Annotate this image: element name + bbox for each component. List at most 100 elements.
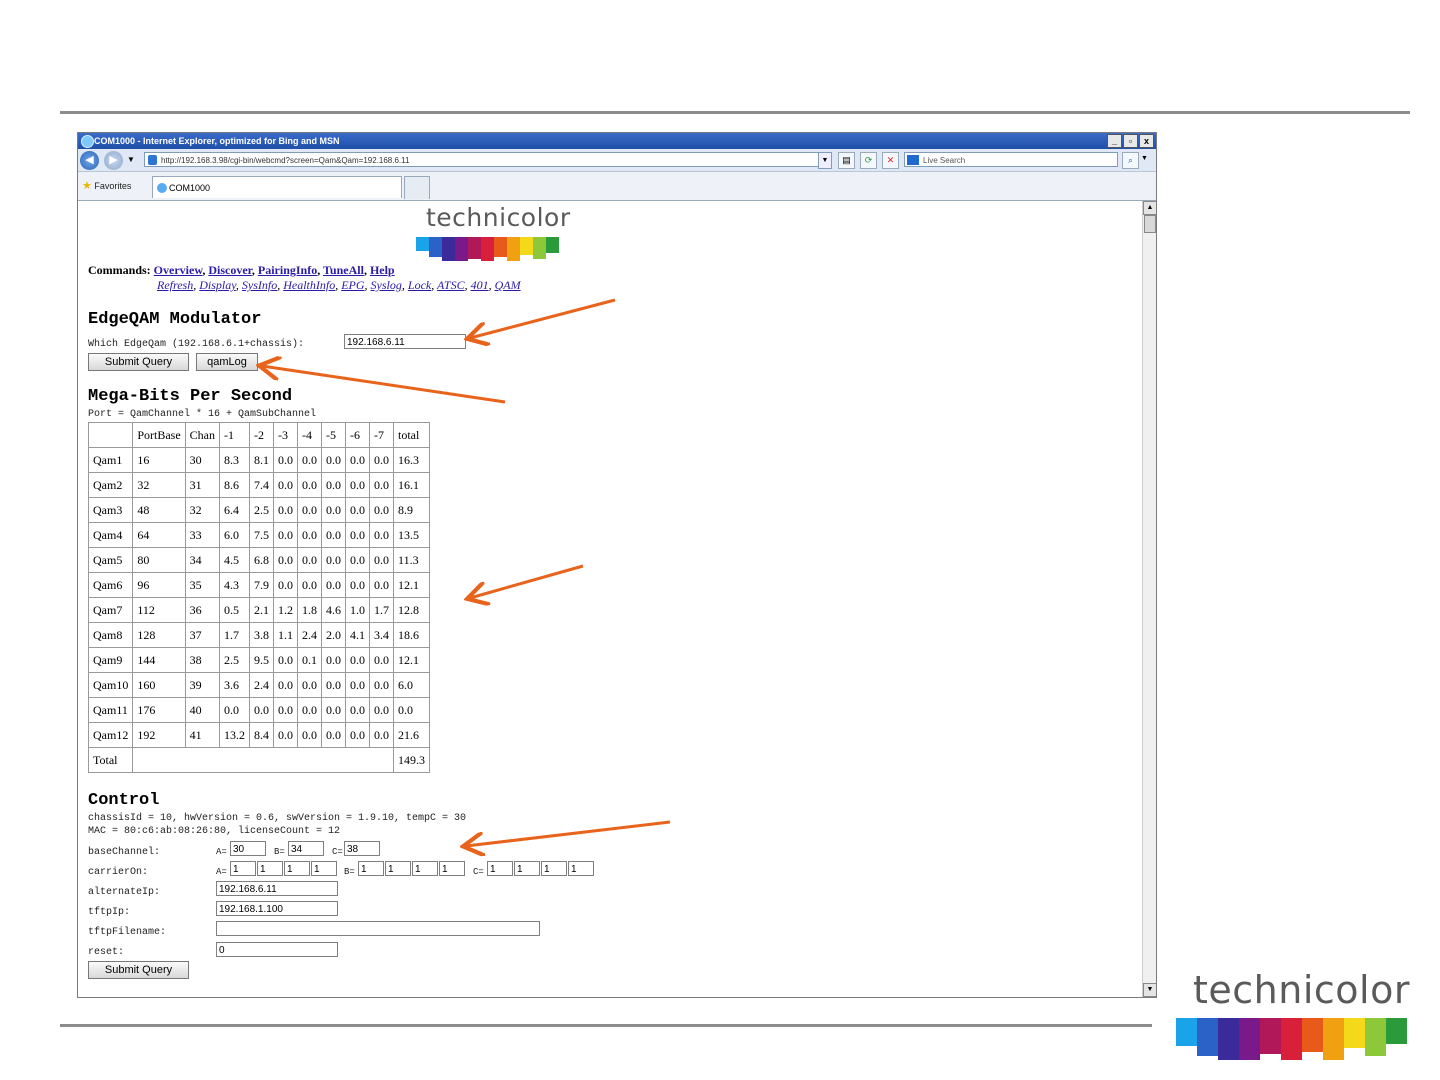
cmd-epg-link[interactable]: EPG [341,278,364,292]
mbps-cell: 0.0 [345,497,371,523]
mbps-cell: 0.0 [273,472,299,498]
mbps-cell: 144 [132,647,186,673]
alternateip-input[interactable]: 192.168.6.11 [216,881,338,896]
mbps-cell: Qam1 [87,447,134,473]
basechannel-b-input[interactable]: 34 [288,841,324,856]
cmd-lock-link[interactable]: Lock [408,278,431,292]
carrieron-b3-input[interactable]: 1 [412,861,438,876]
reset-input[interactable]: 0 [216,942,338,957]
scroll-up-icon[interactable]: ▲ [1143,201,1156,215]
browser-tab[interactable]: COM1000 [152,176,402,198]
tftpip-label: tftpIp: [88,907,131,918]
cmd-display-link[interactable]: Display [199,278,236,292]
page-logo-text: technicolor [426,203,571,232]
address-toolbar: ◀ ▶ ▼ http://192.168.3.98/cgi-bin/webcmd… [78,149,1156,172]
mbps-header-cell: -6 [345,422,371,448]
stop-icon[interactable]: ✕ [882,152,899,169]
address-dropdown-icon[interactable]: ▼ [818,152,832,169]
mbps-cell: 18.6 [393,622,431,648]
new-tab-button[interactable] [404,176,430,199]
carrieron-a2-input[interactable]: 1 [257,861,283,876]
carrieron-a3-input[interactable]: 1 [284,861,310,876]
carrieron-c2-input[interactable]: 1 [514,861,540,876]
reset-label: reset: [88,947,125,958]
mbps-cell: 112 [132,597,186,623]
mbps-cell: 0.0 [273,572,299,598]
edgeqam-submit-button[interactable]: Submit Query [88,353,189,371]
cmd-healthinfo-link[interactable]: HealthInfo [283,278,335,292]
cmd-overview-link[interactable]: Overview [154,263,203,277]
cmd-tuneall-link[interactable]: TuneAll [323,263,364,277]
carrieron-c3-input[interactable]: 1 [541,861,567,876]
cmd-401-link[interactable]: 401 [471,278,489,292]
cmd-discover-link[interactable]: Discover [208,263,252,277]
carrieron-c4-input[interactable]: 1 [568,861,594,876]
logo-bar [455,237,468,261]
restore-button[interactable]: ▫ [1123,134,1138,148]
close-button[interactable]: x [1139,134,1154,148]
cmd-syslog-link[interactable]: Syslog [371,278,402,292]
scroll-thumb[interactable] [1144,215,1156,233]
cmd-atsc-link[interactable]: ATSC [437,278,465,292]
mbps-cell: 192 [132,722,186,748]
mbps-cell: 31 [184,472,221,498]
history-dropdown-icon[interactable]: ▼ [127,155,135,164]
mbps-cell: 0.0 [297,547,323,573]
cmd-qam-link[interactable]: QAM [495,278,521,292]
carrieron-a1-input[interactable]: 1 [230,861,256,876]
mbps-cell: 0.0 [369,647,395,673]
mbps-cell: 0.0 [321,497,347,523]
mbps-cell: 6.0 [219,522,251,548]
carrieron-b4-input[interactable]: 1 [439,861,465,876]
carrieron-a4-input[interactable]: 1 [311,861,337,876]
logo-bar [1365,1018,1386,1056]
carrieron-c1-input[interactable]: 1 [487,861,513,876]
mbps-cell: Qam6 [87,572,134,598]
mbps-cell: Qam2 [87,472,134,498]
mbps-cell: 8.4 [249,722,275,748]
compatibility-icon[interactable]: ▤ [838,152,855,169]
mbps-cell: 0.0 [297,522,323,548]
cmd-sysinfo-link[interactable]: SysInfo [242,278,277,292]
edgeqam-which-input[interactable]: 192.168.6.11 [344,334,466,349]
mbps-cell: 0.0 [297,472,323,498]
cmd-refresh-link[interactable]: Refresh [157,278,193,292]
logo-bar [1323,1018,1344,1060]
favorites-star-icon: ★ [82,180,92,192]
mbps-header-cell: total [393,422,431,448]
basechannel-label: baseChannel: [88,847,161,858]
minimize-button[interactable]: _ [1107,134,1122,148]
logo-bar [1218,1018,1239,1060]
favorites-button[interactable]: ★ Favorites [82,179,131,192]
vertical-scrollbar[interactable]: ▲ ▼ [1142,201,1156,997]
mbps-cell: 1.8 [297,597,323,623]
scroll-down-icon[interactable]: ▼ [1143,983,1156,997]
mbps-cell: 6.0 [393,672,431,698]
ie-icon [81,135,94,148]
search-icon[interactable]: ⌕ [1122,152,1139,169]
address-input[interactable]: http://192.168.3.98/cgi-bin/webcmd?scree… [144,152,832,167]
mbps-cell: 40 [184,697,221,723]
carrieron-b2-input[interactable]: 1 [385,861,411,876]
back-icon[interactable]: ◀ [80,151,99,170]
mbps-cell: 6.8 [249,547,275,573]
refresh-icon[interactable]: ⟳ [860,152,877,169]
mbps-cell: 0.0 [369,522,395,548]
control-submit-button[interactable]: Submit Query [88,961,189,979]
control-info-1: chassisId = 10, hwVersion = 0.6, swVersi… [88,813,467,824]
cmd-pairinginfo-link[interactable]: PairingInfo [258,263,317,277]
basechannel-c-input[interactable]: 38 [344,841,380,856]
tftpip-input[interactable]: 192.168.1.100 [216,901,338,916]
mbps-cell: 0.0 [345,647,371,673]
mbps-cell: 0.0 [369,472,395,498]
forward-icon[interactable]: ▶ [104,151,123,170]
search-options-icon[interactable]: ▼ [1141,155,1148,162]
carrieron-b1-input[interactable]: 1 [358,861,384,876]
search-input[interactable]: Live Search [904,152,1118,167]
mbps-cell: 0.0 [219,697,251,723]
mbps-cell: 64 [132,522,186,548]
tftpfilename-input[interactable] [216,921,540,936]
qamlog-button[interactable]: qamLog [196,353,258,371]
basechannel-a-input[interactable]: 30 [230,841,266,856]
cmd-help-link[interactable]: Help [370,263,395,277]
